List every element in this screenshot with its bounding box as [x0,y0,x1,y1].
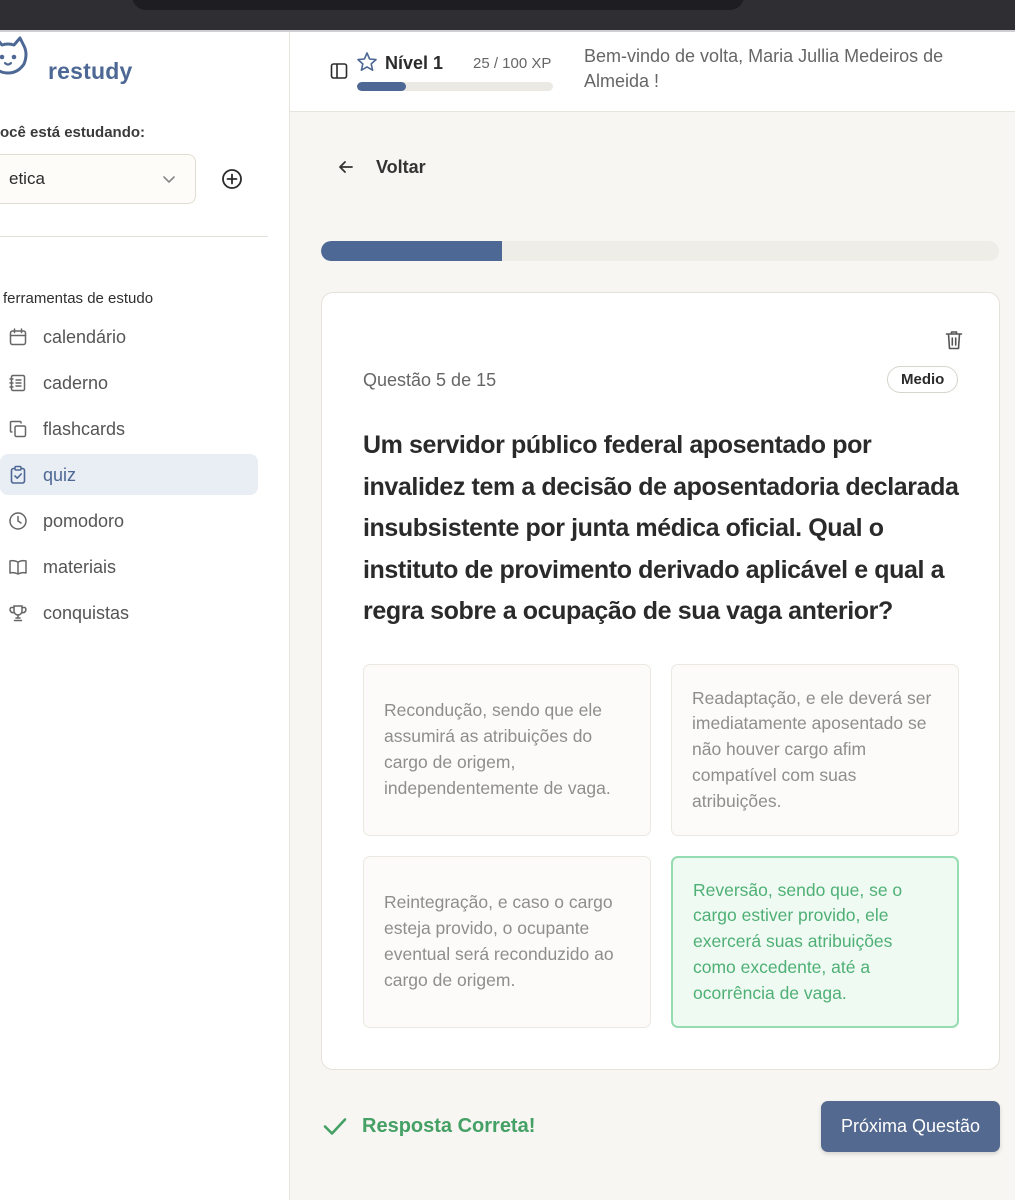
check-icon [323,1118,347,1135]
sidebar-item-caderno[interactable]: caderno [0,362,258,403]
question-counter: Questão 5 de 15 [363,370,497,390]
trash-icon[interactable] [944,329,964,351]
sidebar-nav: calendário caderno flashcards quiz pomod… [0,316,258,638]
sidebar-item-calendario[interactable]: calendário [0,316,258,357]
sidebar-item-materiais[interactable]: materiais [0,546,258,587]
answer-option-text: Reversão, sendo que, se o cargo estiver … [693,879,903,1003]
clipboard-check-icon [10,465,26,484]
studying-label: ocê está estudando: [0,124,146,141]
sidebar-divider [0,236,268,237]
app-logo-text[interactable]: restudy [48,58,132,85]
sidebar-item-quiz[interactable]: quiz [0,454,258,495]
browser-top-bar [0,0,1015,30]
star-icon [357,52,377,71]
question-card: Questão 5 de 15 Medio Um servidor públic… [321,292,1000,1070]
xp-progress-bar [357,82,553,91]
trophy-icon [9,605,27,622]
feedback-label: Resposta Correta! [362,1114,536,1137]
book-open-icon [9,559,27,575]
back-button-label: Voltar [376,156,426,177]
clock-icon [9,512,27,530]
add-subject-icon[interactable] [221,168,243,190]
subject-value: etica [9,169,45,188]
cat-logo-icon [0,36,28,75]
answer-feedback: Resposta Correta! [322,1110,535,1142]
quiz-progress-fill [321,241,503,261]
calendar-icon [9,328,27,346]
browser-address-pill [132,0,744,10]
sidebar-item-label: calendário [43,327,127,347]
xp-progress-fill [357,82,406,91]
difficulty-badge: Medio [887,366,959,393]
chevron-down-icon [163,176,175,183]
sidebar-item-label: conquistas [43,603,130,623]
sidebar-item-label: materiais [43,557,117,577]
next-question-button[interactable]: Próxima Questão [821,1101,1000,1152]
back-button[interactable]: Voltar [336,152,426,182]
answer-option-a[interactable]: Recondução, sendo que ele assumirá as at… [363,664,651,836]
top-header: Nível 1 25 / 100 XP Bem-vindo de volta, … [290,32,1015,112]
subject-select[interactable]: etica [0,154,196,204]
answer-option-text: Readaptação, e ele deverá ser imediatame… [692,687,932,811]
sidebar-item-flashcards[interactable]: flashcards [0,408,258,449]
sidebar-item-label: quiz [43,465,77,485]
sidebar: restudy ocê está estudando: etica ferram… [0,32,290,1200]
welcome-message: Bem-vindo de volta, Maria Jullia Medeiro… [584,46,944,91]
level-label: Nível 1 [385,53,444,73]
sidebar-item-label: caderno [43,373,109,393]
sidebar-item-conquistas[interactable]: conquistas [0,592,258,633]
answer-option-d-correct[interactable]: Reversão, sendo que, se o cargo estiver … [671,856,959,1028]
question-text: Um servidor público federal aposentado p… [363,431,959,625]
tools-section-label: ferramentas de estudo [3,290,154,307]
sidebar-item-label: pomodoro [43,511,125,531]
answer-option-c[interactable]: Reintegração, e caso o cargo esteja prov… [363,856,651,1028]
quiz-progress-bar [321,241,999,261]
sidebar-item-label: flashcards [43,419,126,439]
answer-option-text: Reintegração, e caso o cargo esteja prov… [384,892,614,990]
answer-option-text: Recondução, sendo que ele assumirá as at… [384,700,611,798]
xp-label: 25 / 100 XP [473,55,552,72]
copy-icon [9,420,27,438]
sidebar-toggle-icon[interactable] [329,61,349,81]
arrow-left-icon [339,161,353,173]
sidebar-item-pomodoro[interactable]: pomodoro [0,500,258,541]
answer-option-b[interactable]: Readaptação, e ele deverá ser imediatame… [671,664,959,836]
notebook-icon [9,374,26,392]
